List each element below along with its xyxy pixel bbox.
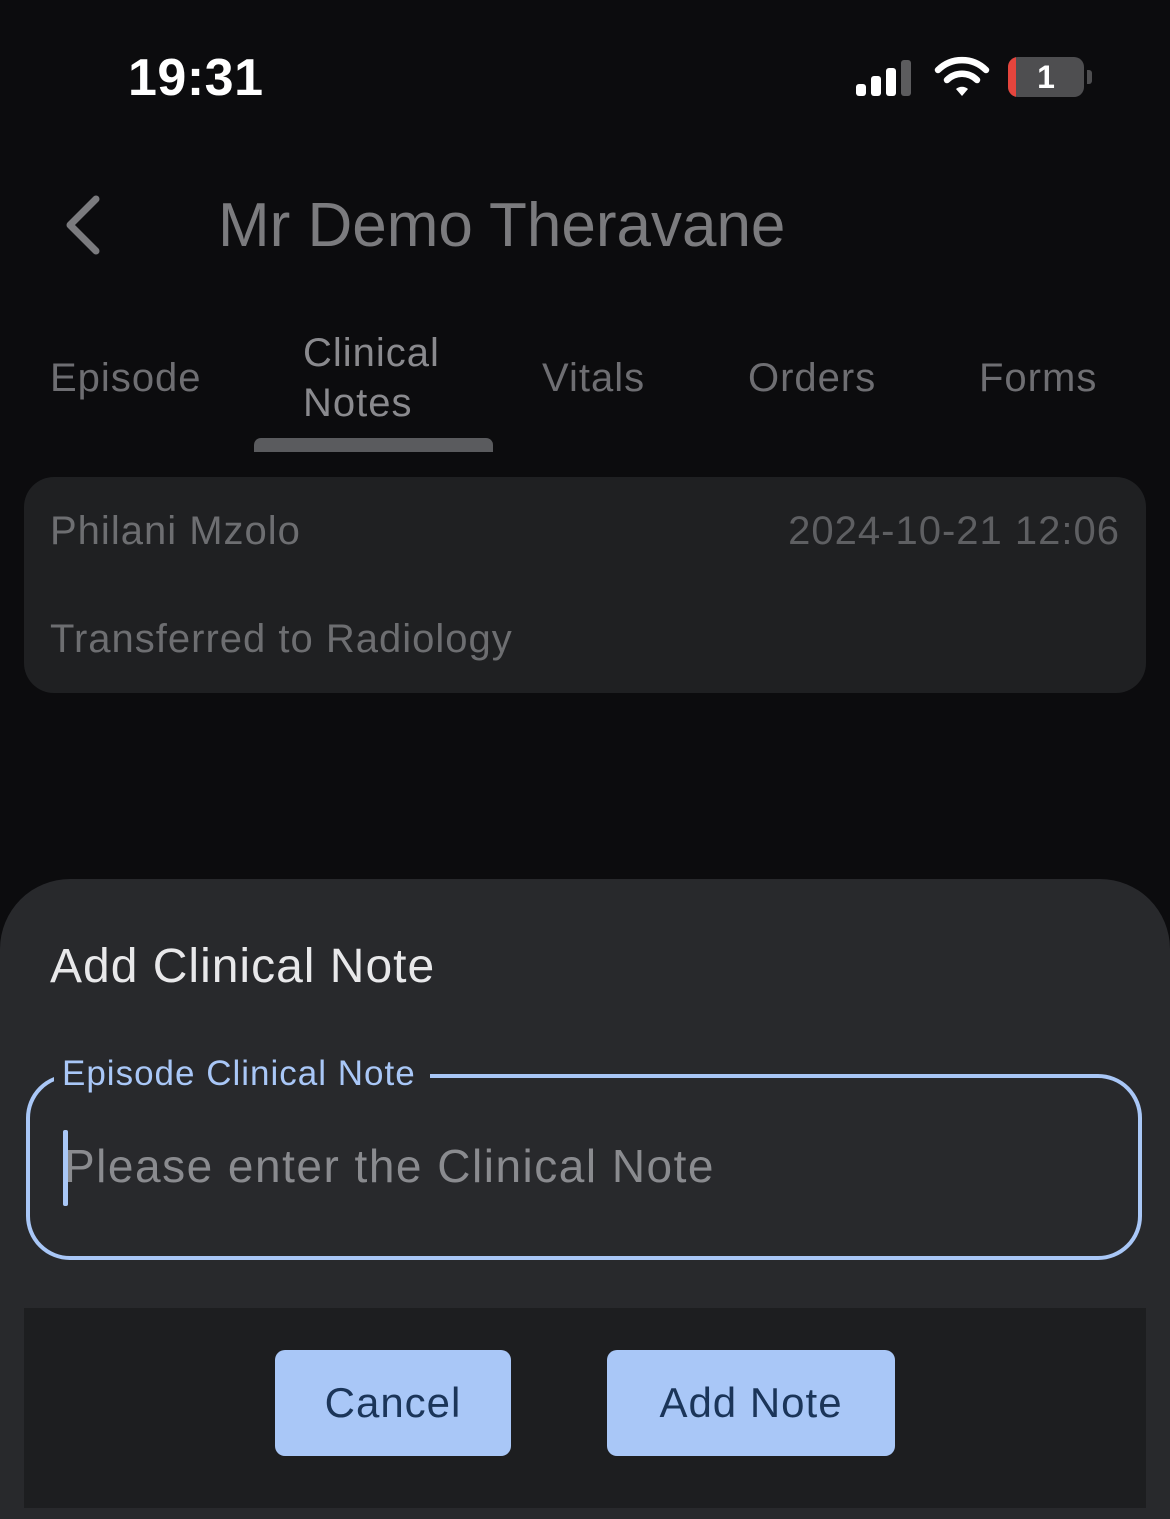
battery-icon: 1 [1008,57,1084,97]
cancel-button[interactable]: Cancel [275,1350,511,1456]
text-cursor [63,1130,68,1206]
tab-clinical-notes-line2: Notes [303,381,413,425]
tab-orders[interactable]: Orders [748,353,876,403]
page-title: Mr Demo Theravane [218,191,786,260]
tab-forms[interactable]: Forms [979,353,1097,403]
chevron-left-icon [66,195,100,255]
note-author: Philani Mzolo [50,509,301,553]
note-datetime: 2024-10-21 12:06 [788,509,1120,553]
add-note-button[interactable]: Add Note [607,1350,895,1456]
status-time: 19:31 [128,49,264,107]
add-note-sheet: Add Clinical Note Episode Clinical Note … [0,879,1170,1519]
tab-bar: Episode Clinical Notes Vitals Orders For… [0,320,1170,460]
signal-icon [856,60,911,96]
back-button[interactable] [50,185,120,265]
clinical-note-field[interactable]: Episode Clinical Note [26,1046,1142,1260]
battery-level: 1 [1037,59,1055,95]
note-text: Transferred to Radiology [50,617,513,661]
tab-vitals[interactable]: Vitals [542,353,645,403]
tab-episode[interactable]: Episode [50,353,202,403]
active-tab-indicator [254,438,493,452]
sheet-title: Add Clinical Note [50,940,436,993]
sheet-actions: Cancel Add Note [24,1308,1146,1508]
clinical-note-field-label: Episode Clinical Note [54,1046,430,1102]
wifi-icon [934,56,990,96]
clinical-note-input[interactable] [64,1116,1084,1216]
tab-clinical-notes[interactable]: Clinical Notes [303,328,440,428]
battery-nub [1087,70,1092,84]
clinical-note-card[interactable]: Philani Mzolo 2024-10-21 12:06 Transferr… [24,477,1146,693]
status-bar: 19:31 1 [0,0,1170,150]
tab-clinical-notes-line1: Clinical [303,331,440,375]
